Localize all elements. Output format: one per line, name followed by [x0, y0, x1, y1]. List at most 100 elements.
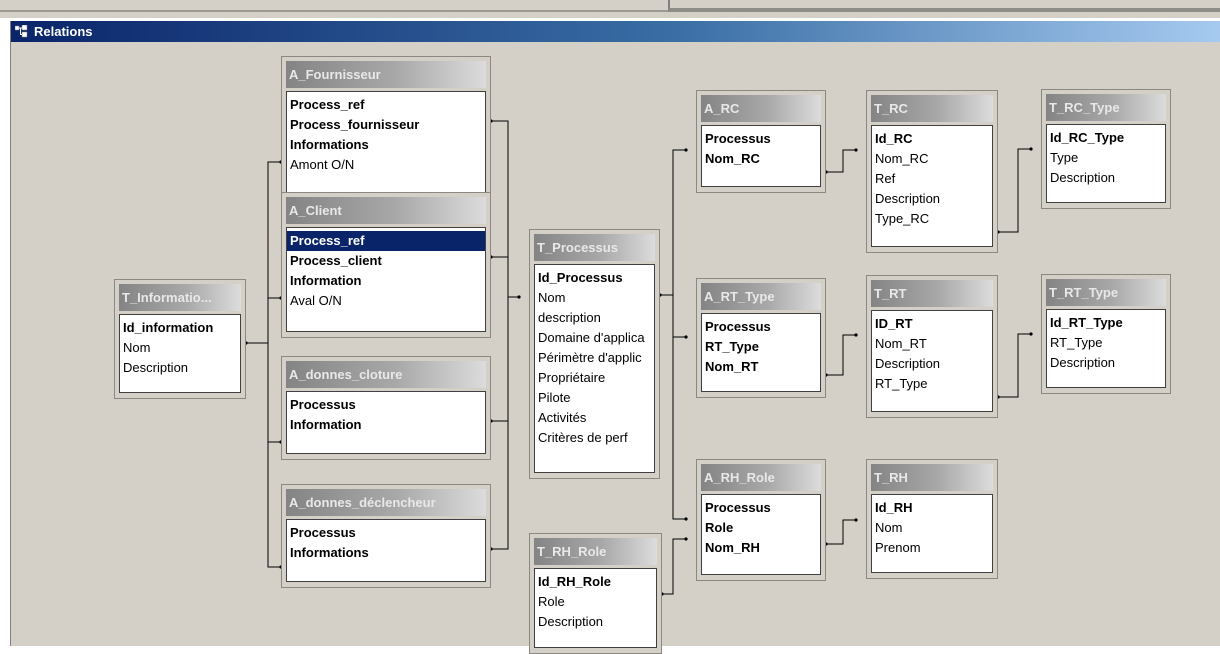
- field-item[interactable]: Description: [535, 612, 656, 632]
- table-title[interactable]: T_RT_Type: [1046, 279, 1166, 306]
- field-item[interactable]: Processus: [702, 498, 820, 518]
- field-item[interactable]: Propriétaire: [535, 368, 654, 388]
- field-list[interactable]: Processus Role Nom_RH: [701, 494, 821, 575]
- field-item[interactable]: Process_ref: [287, 95, 485, 115]
- table-a-donnes-declencheur[interactable]: A_donnes_déclencheur Processus Informati…: [281, 484, 491, 588]
- field-list[interactable]: Processus Informations: [286, 519, 486, 582]
- field-list[interactable]: Id_RH_Role Role Description: [534, 568, 657, 648]
- field-item[interactable]: Id_RH: [872, 498, 992, 518]
- field-list[interactable]: Processus Nom_RC: [701, 125, 821, 187]
- table-a-fournisseur[interactable]: A_Fournisseur Process_ref Process_fourni…: [281, 56, 491, 199]
- field-item[interactable]: Description: [120, 358, 240, 378]
- table-title[interactable]: A_Client: [286, 197, 486, 224]
- table-a-rh-role[interactable]: A_RH_Role Processus Role Nom_RH: [696, 459, 826, 581]
- field-item[interactable]: Process_client: [287, 251, 485, 271]
- field-item[interactable]: Processus: [287, 523, 485, 543]
- table-title[interactable]: A_RC: [701, 95, 821, 122]
- field-item[interactable]: Ref: [872, 169, 992, 189]
- table-t-rt-type[interactable]: T_RT_Type Id_RT_Type RT_Type Description: [1041, 274, 1171, 394]
- relationships-canvas[interactable]: T_Informatio... Id_information Nom Descr…: [11, 42, 1220, 654]
- table-title[interactable]: A_RH_Role: [701, 464, 821, 491]
- field-item[interactable]: Description: [872, 354, 992, 374]
- table-a-rc[interactable]: A_RC Processus Nom_RC: [696, 90, 826, 193]
- field-item[interactable]: Information: [287, 271, 485, 291]
- field-item[interactable]: RT_Type: [1047, 333, 1165, 353]
- field-item[interactable]: Id_RH_Role: [535, 572, 656, 592]
- field-item[interactable]: RT_Type: [872, 374, 992, 394]
- table-a-donnes-cloture[interactable]: A_donnes_cloture Processus Information: [281, 356, 491, 460]
- field-item[interactable]: Information: [287, 415, 485, 435]
- field-list[interactable]: Process_ref Process_client Information A…: [286, 227, 486, 332]
- field-list[interactable]: Id_information Nom Description: [119, 314, 241, 393]
- field-item[interactable]: Nom_RH: [702, 538, 820, 558]
- field-item[interactable]: Processus: [702, 317, 820, 337]
- field-item[interactable]: Nom_RT: [872, 334, 992, 354]
- field-item[interactable]: Domaine d'applica: [535, 328, 654, 348]
- table-title[interactable]: T_RH: [871, 464, 993, 491]
- field-item[interactable]: Nom_RC: [872, 149, 992, 169]
- table-a-client[interactable]: A_Client Process_ref Process_client Info…: [281, 192, 491, 338]
- field-list[interactable]: Id_RC Nom_RC Ref Description Type_RC: [871, 125, 993, 247]
- field-item[interactable]: Processus: [702, 129, 820, 149]
- field-item[interactable]: Id_Processus: [535, 268, 654, 288]
- field-item[interactable]: Nom_RC: [702, 149, 820, 169]
- table-t-rc[interactable]: T_RC Id_RC Nom_RC Ref Description Type_R…: [866, 90, 998, 253]
- field-list[interactable]: Id_Processus Nom description Domaine d'a…: [534, 264, 655, 473]
- table-title[interactable]: T_RC: [871, 95, 993, 122]
- field-item[interactable]: Nom: [872, 518, 992, 538]
- field-item[interactable]: Nom: [535, 288, 654, 308]
- field-item[interactable]: Description: [1047, 168, 1165, 188]
- table-title[interactable]: A_donnes_cloture: [286, 361, 486, 388]
- table-t-rc-type[interactable]: T_RC_Type Id_RC_Type Type Description: [1041, 89, 1171, 209]
- table-title[interactable]: A_RT_Type: [701, 283, 821, 310]
- table-t-rh-role[interactable]: T_RH_Role Id_RH_Role Role Description: [529, 533, 662, 654]
- field-item[interactable]: ID_RT: [872, 314, 992, 334]
- field-list[interactable]: ID_RT Nom_RT Description RT_Type: [871, 310, 993, 412]
- table-title[interactable]: T_RT: [871, 280, 993, 307]
- field-item[interactable]: Type: [1047, 148, 1165, 168]
- field-list[interactable]: Id_RT_Type RT_Type Description: [1046, 309, 1166, 388]
- field-list[interactable]: Id_RC_Type Type Description: [1046, 124, 1166, 203]
- table-title[interactable]: T_Informatio...: [119, 284, 241, 311]
- field-list[interactable]: Processus RT_Type Nom_RT: [701, 313, 821, 392]
- field-item-selected[interactable]: Process_ref: [287, 231, 485, 251]
- field-item[interactable]: Type_RC: [872, 209, 992, 229]
- field-item[interactable]: RT_Type: [702, 337, 820, 357]
- table-title[interactable]: T_RC_Type: [1046, 94, 1166, 121]
- field-list[interactable]: Id_RH Nom Prenom: [871, 494, 993, 573]
- field-item[interactable]: Role: [702, 518, 820, 538]
- table-t-rt[interactable]: T_RT ID_RT Nom_RT Description RT_Type: [866, 275, 998, 418]
- field-item[interactable]: Nom_RT: [702, 357, 820, 377]
- field-item[interactable]: Id_information: [120, 318, 240, 338]
- field-item[interactable]: Périmètre d'applic: [535, 348, 654, 368]
- field-item[interactable]: Processus: [287, 395, 485, 415]
- field-item[interactable]: Aval O/N: [287, 291, 485, 311]
- field-list[interactable]: Process_ref Process_fournisseur Informat…: [286, 91, 486, 193]
- table-title[interactable]: A_Fournisseur: [286, 61, 486, 88]
- field-item[interactable]: Informations: [287, 543, 485, 563]
- field-item[interactable]: Description: [1047, 353, 1165, 373]
- field-item[interactable]: Activités: [535, 408, 654, 428]
- field-item[interactable]: Process_fournisseur: [287, 115, 485, 135]
- field-item[interactable]: Prenom: [872, 538, 992, 558]
- table-title[interactable]: A_donnes_déclencheur: [286, 489, 486, 516]
- field-item[interactable]: Amont O/N: [287, 155, 485, 175]
- field-item[interactable]: Id_RT_Type: [1047, 313, 1165, 333]
- field-item[interactable]: Description: [872, 189, 992, 209]
- title-bar[interactable]: Relations: [11, 21, 1220, 42]
- field-item[interactable]: Id_RC: [872, 129, 992, 149]
- field-item[interactable]: Role: [535, 592, 656, 612]
- field-item[interactable]: Nom: [120, 338, 240, 358]
- table-title[interactable]: T_Processus: [534, 234, 655, 261]
- field-item[interactable]: Informations: [287, 135, 485, 155]
- table-a-rt-type[interactable]: A_RT_Type Processus RT_Type Nom_RT: [696, 278, 826, 398]
- table-t-processus[interactable]: T_Processus Id_Processus Nom description…: [529, 229, 660, 479]
- table-title[interactable]: T_RH_Role: [534, 538, 657, 565]
- field-item[interactable]: Critères de perf: [535, 428, 654, 448]
- table-t-information[interactable]: T_Informatio... Id_information Nom Descr…: [114, 279, 246, 399]
- field-item[interactable]: Pilote: [535, 388, 654, 408]
- field-list[interactable]: Processus Information: [286, 391, 486, 454]
- field-item[interactable]: Id_RC_Type: [1047, 128, 1165, 148]
- table-t-rh[interactable]: T_RH Id_RH Nom Prenom: [866, 459, 998, 579]
- field-item[interactable]: description: [535, 308, 654, 328]
